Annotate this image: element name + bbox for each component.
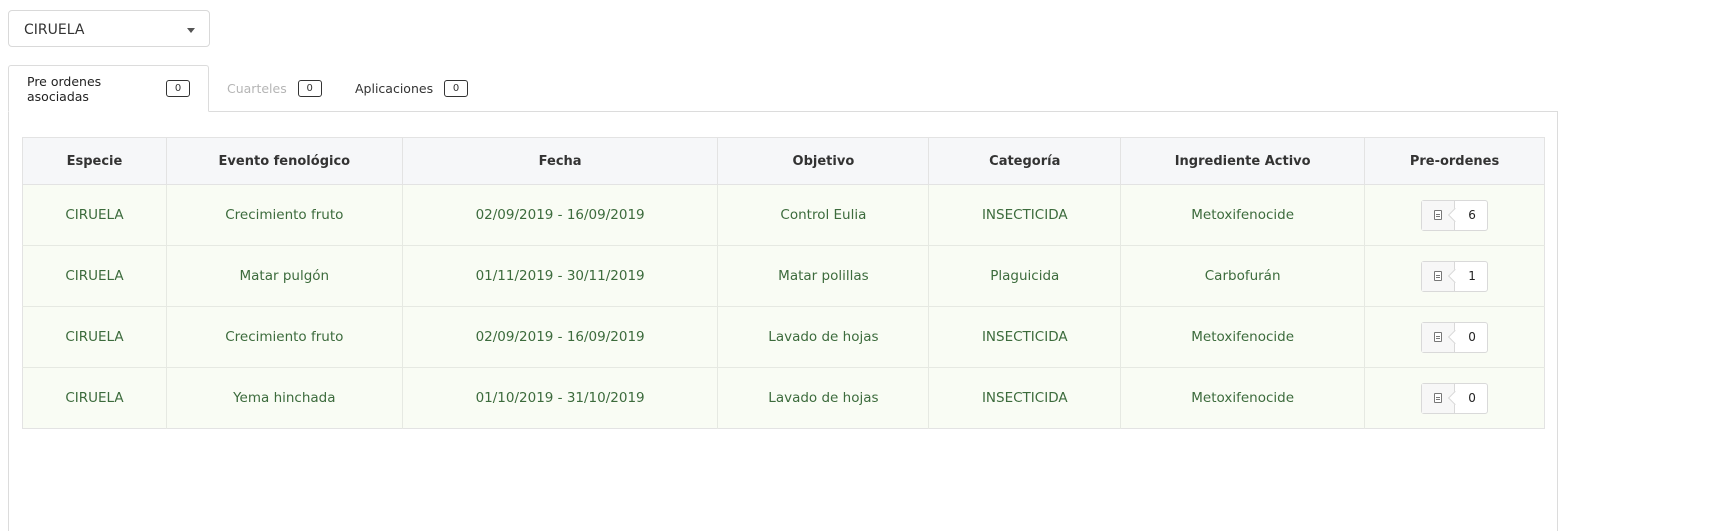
tab-pre-ordenes-asociadas[interactable]: Pre ordenes asociadas 0 [8, 65, 209, 112]
cell-evento: Crecimiento fruto [166, 306, 403, 368]
species-select[interactable]: CIRUELA [8, 10, 210, 47]
cell-especie: CIRUELA [22, 306, 167, 368]
pre-ordenes-table: Especie Evento fenológico Fecha Objetivo… [22, 137, 1545, 429]
cell-objetivo: Matar polillas [717, 245, 930, 307]
column-header-fecha[interactable]: Fecha [402, 137, 719, 185]
cell-fecha: 02/09/2019 - 16/09/2019 [402, 306, 719, 368]
table-row: CIRUELA Crecimiento fruto 02/09/2019 - 1… [22, 306, 1545, 368]
column-header-evento-fenologico[interactable]: Evento fenológico [166, 137, 403, 185]
cell-categoria: INSECTICIDA [928, 367, 1122, 429]
cell-pre-ordenes: 0 [1364, 306, 1545, 368]
doc-icon-wrapper [1422, 383, 1456, 413]
document-icon [1434, 210, 1443, 220]
doc-icon-wrapper [1422, 261, 1456, 291]
table-header-row: Especie Evento fenológico Fecha Objetivo… [22, 137, 1545, 185]
tab-bar: Pre ordenes asociadas 0 Cuarteles 0 Apli… [8, 65, 1727, 112]
cell-pre-ordenes: 0 [1364, 367, 1545, 429]
pre-ordenes-button[interactable]: 6 [1421, 199, 1489, 231]
tab-cuarteles: Cuarteles 0 [209, 65, 340, 112]
tab-count-badge: 0 [297, 80, 322, 97]
column-header-ingrediente-activo[interactable]: Ingrediente Activo [1120, 137, 1366, 185]
column-header-especie[interactable]: Especie [22, 137, 167, 185]
tab-label: Aplicaciones [355, 81, 434, 96]
document-icon [1434, 332, 1443, 342]
cell-ingrediente: Metoxifenocide [1120, 306, 1366, 368]
cell-objetivo: Lavado de hojas [717, 306, 930, 368]
tab-aplicaciones[interactable]: Aplicaciones 0 [337, 65, 486, 112]
doc-icon-wrapper [1422, 200, 1456, 230]
table-row: CIRUELA Crecimiento fruto 02/09/2019 - 1… [22, 184, 1545, 246]
cell-fecha: 02/09/2019 - 16/09/2019 [402, 184, 719, 246]
cell-evento: Crecimiento fruto [166, 184, 403, 246]
cell-pre-ordenes: 6 [1364, 184, 1545, 246]
species-select-value: CIRUELA [24, 22, 85, 38]
doc-icon-wrapper [1422, 322, 1456, 352]
column-header-categoria[interactable]: Categoría [928, 137, 1122, 185]
tab-count-badge: 0 [444, 80, 469, 97]
table-row: CIRUELA Yema hinchada 01/10/2019 - 31/10… [22, 367, 1545, 429]
tab-label: Cuarteles [227, 81, 287, 96]
cell-categoria: INSECTICIDA [928, 184, 1122, 246]
pre-ordenes-button[interactable]: 1 [1421, 260, 1489, 292]
cell-ingrediente: Metoxifenocide [1120, 184, 1366, 246]
pre-ordenes-button[interactable]: 0 [1421, 321, 1489, 353]
column-header-objetivo[interactable]: Objetivo [717, 137, 930, 185]
document-icon [1434, 393, 1443, 403]
caret-down-icon [187, 28, 195, 33]
cell-objetivo: Control Eulia [717, 184, 930, 246]
tab-count-badge: 0 [166, 80, 190, 97]
table-row: CIRUELA Matar pulgón 01/11/2019 - 30/11/… [22, 245, 1545, 307]
document-icon [1434, 271, 1443, 281]
cell-ingrediente: Metoxifenocide [1120, 367, 1366, 429]
cell-ingrediente: Carbofurán [1120, 245, 1366, 307]
cell-categoria: INSECTICIDA [928, 306, 1122, 368]
column-header-pre-ordenes[interactable]: Pre-ordenes [1364, 137, 1545, 185]
cell-objetivo: Lavado de hojas [717, 367, 930, 429]
cell-especie: CIRUELA [22, 367, 167, 429]
cell-especie: CIRUELA [22, 245, 167, 307]
cell-especie: CIRUELA [22, 184, 167, 246]
tab-label: Pre ordenes asociadas [27, 73, 102, 104]
cell-evento: Matar pulgón [166, 245, 403, 307]
pre-ordenes-button[interactable]: 0 [1421, 382, 1489, 414]
cell-fecha: 01/11/2019 - 30/11/2019 [402, 245, 719, 307]
cell-evento: Yema hinchada [166, 367, 403, 429]
cell-pre-ordenes: 1 [1364, 245, 1545, 307]
cell-categoria: Plaguicida [928, 245, 1122, 307]
cell-fecha: 01/10/2019 - 31/10/2019 [402, 367, 719, 429]
